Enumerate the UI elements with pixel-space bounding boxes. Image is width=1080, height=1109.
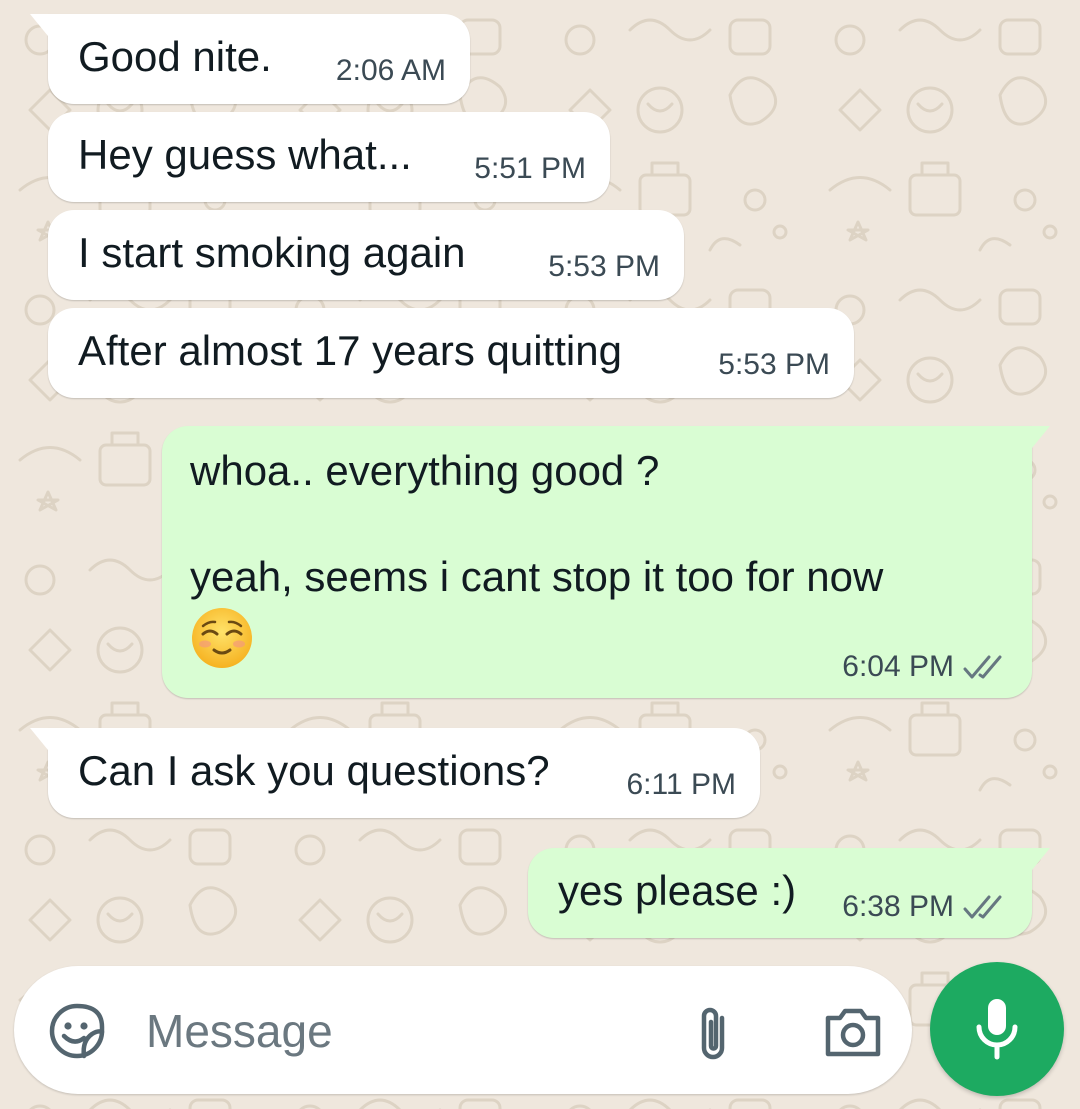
message-text: Hey guess what... bbox=[78, 131, 412, 178]
message-incoming[interactable]: After almost 17 years quitting 5:53 PM bbox=[48, 308, 854, 398]
bubble-tail bbox=[1032, 848, 1050, 870]
message-text: After almost 17 years quitting bbox=[78, 327, 622, 374]
message-text: I start smoking again bbox=[78, 229, 466, 276]
message-text: Can I ask you questions? bbox=[78, 747, 550, 794]
message-timestamp: 6:11 PM bbox=[626, 768, 737, 801]
bubble-tail bbox=[30, 728, 48, 750]
double-check-icon bbox=[963, 655, 1002, 679]
message-incoming[interactable]: Hey guess what... 5:51 PM bbox=[48, 112, 610, 202]
message-list[interactable]: Good nite. 2:06 AM Hey guess what... 5:5… bbox=[0, 0, 1080, 1109]
bubble-tail bbox=[1032, 426, 1050, 448]
message-timestamp: 5:53 PM bbox=[548, 250, 660, 283]
message-text: Good nite. bbox=[78, 33, 272, 80]
message-timestamp: 5:51 PM bbox=[474, 152, 586, 185]
message-incoming[interactable]: Can I ask you questions? 6:11 PM bbox=[30, 728, 760, 818]
message-input[interactable]: Message bbox=[146, 1004, 333, 1058]
microphone-icon bbox=[976, 999, 1018, 1060]
bubble-tail bbox=[30, 14, 48, 36]
message-timestamp: 2:06 AM bbox=[335, 54, 446, 87]
message-outgoing[interactable]: whoa.. everything good ? yeah, seems i c… bbox=[162, 426, 1050, 698]
message-timestamp: 6:04 PM bbox=[842, 650, 954, 683]
message-timestamp: 6:38 PM bbox=[842, 890, 954, 923]
message-text-line-2: yeah, seems i cant stop it too for now bbox=[190, 553, 884, 600]
message-text-line-1: whoa.. everything good ? bbox=[190, 447, 660, 494]
camera-icon[interactable] bbox=[822, 1006, 884, 1058]
microphone-button[interactable] bbox=[930, 962, 1064, 1096]
message-meta: 6:38 PM bbox=[842, 890, 1008, 924]
message-outgoing[interactable]: yes please :) 6:38 PM bbox=[528, 848, 1050, 938]
message-composer[interactable]: Message bbox=[14, 966, 912, 1094]
message-incoming[interactable]: Good nite. 2:06 AM bbox=[30, 14, 470, 104]
paperclip-icon[interactable] bbox=[694, 1002, 734, 1064]
message-timestamp: 5:53 PM bbox=[718, 348, 830, 381]
message-meta: 6:04 PM bbox=[842, 650, 1008, 684]
relieved-face-emoji bbox=[192, 608, 252, 668]
sticker-emoji-icon[interactable] bbox=[48, 1002, 106, 1060]
message-text: yes please :) bbox=[558, 867, 797, 914]
message-incoming[interactable]: I start smoking again 5:53 PM bbox=[48, 210, 684, 300]
double-check-icon bbox=[963, 895, 1002, 919]
